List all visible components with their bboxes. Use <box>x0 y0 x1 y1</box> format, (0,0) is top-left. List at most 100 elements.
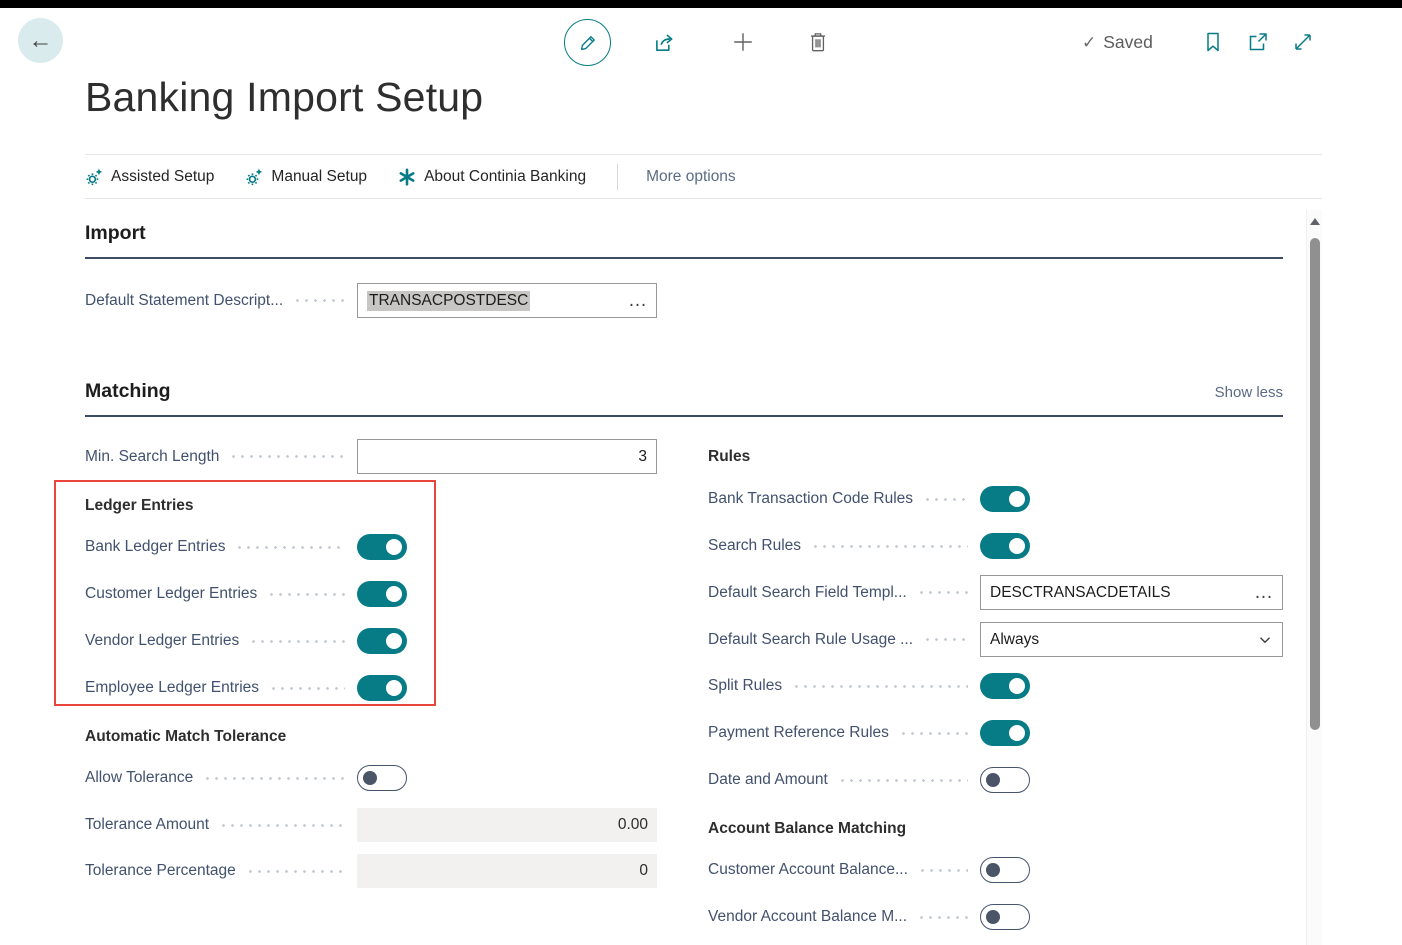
more-options-button[interactable]: More options <box>646 168 736 186</box>
expand-icon <box>1291 30 1315 54</box>
share-button[interactable] <box>651 28 679 56</box>
default-statement-description-input[interactable]: TRANSACPOSTDESC … <box>357 283 657 318</box>
field-label: Default Search Rule Usage ... <box>708 631 913 649</box>
dotted-leader <box>811 545 968 548</box>
toggle-knob <box>1009 491 1025 507</box>
action-menu: Assisted Setup Manual Setup Abo <box>85 154 1322 199</box>
menu-divider <box>617 164 618 190</box>
scrollbar-up-button[interactable] <box>1310 218 1320 225</box>
search-rules-toggle[interactable] <box>980 533 1030 559</box>
menu-item-about-continia-banking[interactable]: About Continia Banking <box>398 168 586 186</box>
show-less-link[interactable]: Show less <box>1215 384 1283 415</box>
group-row: Account Balance Matching <box>708 818 1283 839</box>
field-row-vendor-account-balance: Vendor Account Balance M... <box>708 904 1283 930</box>
import-section-header: Import <box>85 222 1283 259</box>
field-row-date-and-amount: Date and Amount <box>708 767 1283 793</box>
dotted-leader <box>235 546 345 549</box>
field-label: Default Search Field Templ... <box>708 584 907 602</box>
payment-reference-rules-toggle[interactable] <box>980 720 1030 746</box>
field-row-default-statement-description: Default Statement Descript... TRANSACPOS… <box>85 283 657 318</box>
field-label: Customer Ledger Entries <box>85 585 257 603</box>
toggle-knob <box>1009 538 1025 554</box>
field-row-customer-account-balance: Customer Account Balance... <box>708 857 1283 883</box>
menu-item-label: About Continia Banking <box>424 168 586 186</box>
toggle-knob <box>363 771 377 785</box>
allow-tolerance-toggle[interactable] <box>357 765 407 791</box>
delete-button[interactable] <box>804 28 832 56</box>
chevron-down-icon[interactable] <box>1257 632 1273 648</box>
expand-button[interactable] <box>1289 28 1317 56</box>
dotted-leader <box>917 591 968 594</box>
tolerance-amount-input: 0.00 <box>357 808 657 842</box>
split-rules-toggle[interactable] <box>980 673 1030 699</box>
bank-ledger-entries-toggle[interactable] <box>357 534 407 560</box>
group-row: Ledger Entries <box>85 495 657 516</box>
top-bar <box>0 0 1402 8</box>
group-label-rules: Rules <box>708 448 750 466</box>
field-row-payment-reference-rules: Payment Reference Rules <box>708 720 1283 746</box>
min-search-length-input[interactable]: 3 <box>357 439 657 474</box>
menu-item-assisted-setup[interactable]: Assisted Setup <box>85 168 214 186</box>
vendor-ledger-entries-toggle[interactable] <box>357 628 407 654</box>
field-value: DESCTRANSACDETAILS <box>990 584 1171 602</box>
toggle-knob <box>386 680 402 696</box>
field-value: 3 <box>638 448 647 466</box>
field-row-tolerance-percentage: Tolerance Percentage 0 <box>85 854 657 888</box>
default-search-rule-usage-select[interactable]: Always <box>980 622 1283 657</box>
dotted-leader <box>899 732 968 735</box>
plus-icon <box>729 28 757 56</box>
field-label: Bank Ledger Entries <box>85 538 225 556</box>
field-row-split-rules: Split Rules <box>708 673 1283 699</box>
dotted-leader <box>267 593 345 596</box>
bookmark-button[interactable] <box>1199 28 1227 56</box>
toggle-knob <box>386 586 402 602</box>
matching-left-column: Min. Search Length 3 Ledger Entries Bank… <box>85 439 657 888</box>
toggle-knob <box>1009 725 1025 741</box>
back-button[interactable]: ← <box>18 18 63 63</box>
customer-account-balance-toggle[interactable] <box>980 857 1030 883</box>
check-icon: ✓ <box>1082 33 1096 53</box>
section-title-matching: Matching <box>85 380 171 415</box>
tolerance-percentage-input: 0 <box>357 854 657 888</box>
employee-ledger-entries-toggle[interactable] <box>357 675 407 701</box>
dotted-leader <box>229 455 345 458</box>
field-row-allow-tolerance: Allow Tolerance <box>85 765 657 791</box>
assist-edit-button[interactable]: … <box>1246 588 1273 598</box>
dotted-leader <box>923 638 968 641</box>
default-search-field-template-input[interactable]: DESCTRANSACDETAILS … <box>980 575 1283 610</box>
dotted-leader <box>792 685 968 688</box>
pencil-icon <box>577 32 599 54</box>
field-row-customer-ledger-entries: Customer Ledger Entries <box>85 581 657 607</box>
saved-label: Saved <box>1103 32 1153 53</box>
bank-transaction-code-rules-toggle[interactable] <box>980 486 1030 512</box>
customer-ledger-entries-toggle[interactable] <box>357 581 407 607</box>
bookmark-icon <box>1201 30 1225 54</box>
new-button[interactable] <box>729 28 757 56</box>
menu-item-label: Assisted Setup <box>111 168 214 186</box>
edit-button[interactable] <box>564 19 611 66</box>
gear-sparkle-icon <box>85 168 103 186</box>
open-in-new-window-button[interactable] <box>1244 28 1272 56</box>
gear-sparkle-icon <box>245 168 263 186</box>
toggle-knob <box>386 539 402 555</box>
group-label-automatic-match-tolerance: Automatic Match Tolerance <box>85 728 286 746</box>
field-label: Vendor Account Balance M... <box>708 908 907 926</box>
menu-item-manual-setup[interactable]: Manual Setup <box>245 168 367 186</box>
field-value: 0.00 <box>618 816 648 834</box>
scrollbar-thumb[interactable] <box>1310 238 1320 730</box>
toggle-knob <box>386 633 402 649</box>
field-value: TRANSACPOSTDESC <box>367 291 530 311</box>
toggle-knob <box>1009 678 1025 694</box>
page-title: Banking Import Setup <box>85 74 483 121</box>
field-row-min-search-length: Min. Search Length 3 <box>85 439 657 474</box>
trash-icon <box>805 29 831 55</box>
field-value: 0 <box>639 862 648 880</box>
field-row-bank-transaction-code-rules: Bank Transaction Code Rules <box>708 486 1283 512</box>
dotted-leader <box>269 687 345 690</box>
asterisk-icon <box>398 168 416 186</box>
vendor-account-balance-toggle[interactable] <box>980 904 1030 930</box>
assist-edit-button[interactable]: … <box>620 296 647 306</box>
field-label: Date and Amount <box>708 771 828 789</box>
vertical-scrollbar[interactable] <box>1306 210 1322 945</box>
date-and-amount-toggle[interactable] <box>980 767 1030 793</box>
